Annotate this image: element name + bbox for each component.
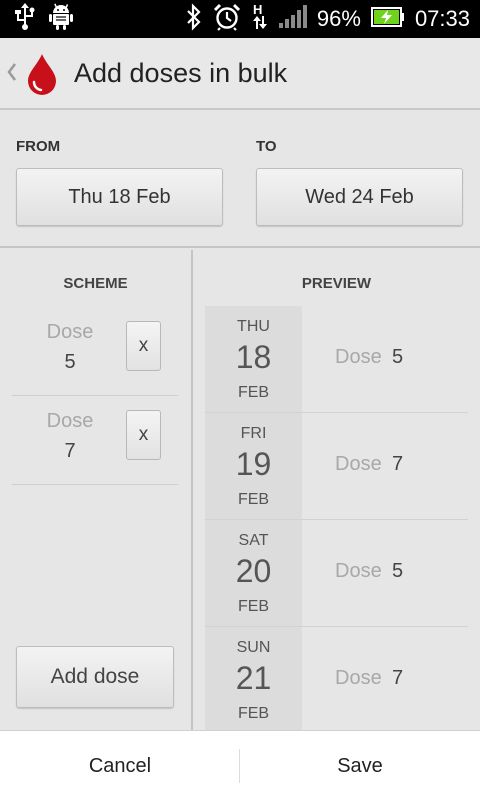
notification-icons	[12, 2, 74, 36]
preview-row: SAT 20 FEB Dose 5	[205, 520, 468, 627]
remove-dose-button[interactable]: x	[126, 321, 161, 371]
month: FEB	[237, 384, 270, 401]
svg-text:H: H	[253, 2, 262, 17]
to-label: TO	[256, 138, 277, 155]
month: FEB	[237, 598, 270, 615]
day-number: 20	[235, 553, 272, 589]
system-status-icons: H 96% 07:33	[185, 0, 470, 38]
day-number: 21	[235, 660, 272, 696]
preview-date: SAT 20 FEB	[205, 520, 302, 626]
preview-row: THU 18 FEB Dose 5	[205, 306, 468, 413]
month: FEB	[237, 705, 270, 722]
battery-percent: 96%	[316, 6, 361, 31]
signal-icon	[278, 4, 307, 34]
remove-dose-button[interactable]: x	[126, 410, 161, 460]
preview-row: FRI 19 FEB Dose 7	[205, 413, 468, 520]
dose-label: Dose	[335, 453, 382, 475]
button-bar: Cancel Save	[0, 730, 480, 800]
dose-value: 7	[392, 453, 404, 475]
dose-value: 5	[64, 351, 76, 373]
preview-title: PREVIEW	[301, 275, 372, 292]
from-label: FROM	[16, 138, 61, 155]
dose-label: Dose	[46, 321, 94, 343]
preview-date: SUN 21 FEB	[205, 627, 302, 730]
day-of-week: THU	[237, 318, 270, 335]
save-button[interactable]: Save	[240, 731, 480, 800]
day-number: 18	[235, 339, 272, 375]
usb-icon	[12, 2, 38, 36]
add-dose-button[interactable]: Add dose	[16, 646, 174, 708]
page-title: Add doses in bulk	[74, 58, 288, 88]
dose-label: Dose	[335, 346, 382, 368]
blood-drop-icon[interactable]	[24, 52, 60, 96]
dose-label: Dose	[46, 410, 94, 432]
dose-value: 5	[392, 560, 404, 582]
preview-date: FRI 19 FEB	[205, 413, 302, 519]
preview-date: THU 18 FEB	[205, 306, 302, 412]
day-number: 19	[235, 446, 272, 482]
month: FEB	[237, 491, 270, 508]
scheme-item: Dose 7 x	[12, 396, 178, 485]
alarm-icon	[213, 3, 241, 36]
cancel-button[interactable]: Cancel	[0, 731, 240, 800]
clock: 07:33	[414, 6, 470, 31]
dose-value: 7	[392, 667, 404, 689]
preview-panel[interactable]: PREVIEW THU 18 FEB Dose 5 FRI 19 FEB Dos…	[193, 250, 480, 730]
day-of-week: FRI	[240, 425, 267, 442]
date-range-section: FROM TO Thu 18 Feb Wed 24 Feb	[0, 112, 480, 248]
from-date-button[interactable]: Thu 18 Feb	[16, 168, 223, 226]
scheme-item: Dose 5 x	[12, 307, 178, 396]
status-bar: H 96% 07:33	[0, 0, 480, 38]
dose-value: 5	[392, 346, 404, 368]
scheme-panel: SCHEME Dose 5 x Dose 7 x Add dose	[0, 250, 191, 730]
dose-label: Dose	[335, 667, 382, 689]
to-date-button[interactable]: Wed 24 Feb	[256, 168, 463, 226]
up-navigation-icon[interactable]	[5, 60, 17, 84]
dose-value: 7	[64, 440, 76, 462]
scheme-title: SCHEME	[63, 275, 128, 292]
action-bar: Add doses in bulk	[0, 38, 480, 110]
day-of-week: SAT	[238, 532, 269, 549]
hspa-data-icon: H	[251, 2, 269, 37]
day-of-week: SUN	[236, 639, 271, 656]
battery-charging-icon	[370, 6, 405, 33]
dose-label: Dose	[335, 560, 382, 582]
preview-row: SUN 21 FEB Dose 7	[205, 627, 468, 730]
android-debug-icon	[48, 3, 74, 36]
bluetooth-icon	[185, 2, 203, 36]
